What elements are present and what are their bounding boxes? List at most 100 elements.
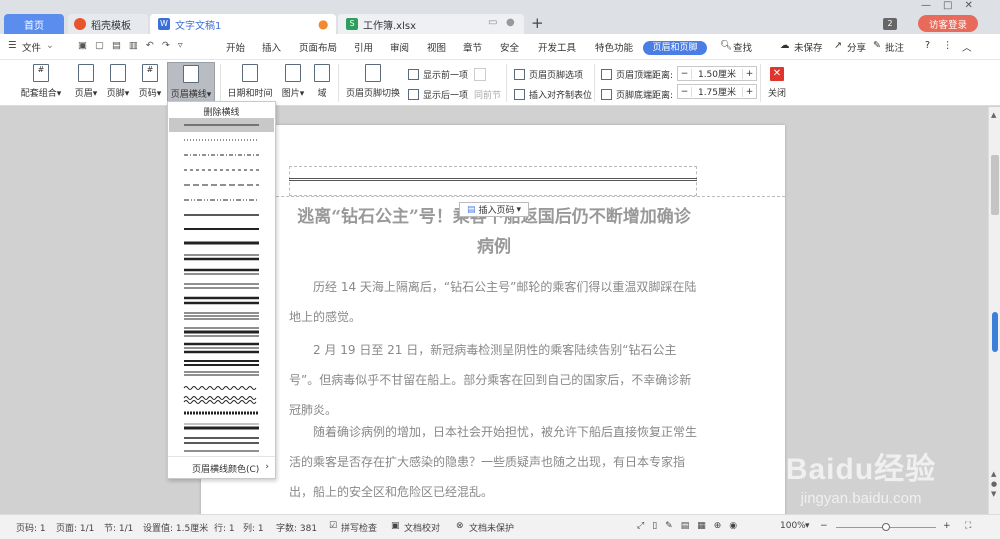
minimize-icon[interactable]: —: [921, 0, 943, 11]
status-page[interactable]: 页码: 1: [16, 521, 46, 534]
comment-icon[interactable]: ✎: [873, 40, 881, 51]
tab-home[interactable]: 首页: [4, 14, 64, 34]
zoom-slider-thumb[interactable]: [882, 523, 890, 531]
menu-view[interactable]: 视图: [427, 40, 446, 54]
more-icon[interactable]: ⋮: [943, 40, 953, 51]
menu-file[interactable]: 文件: [22, 40, 41, 54]
insert-align-tab-button[interactable]: 插入对齐制表位: [514, 88, 592, 101]
close-header-footer-button[interactable]: ✕ 关闭: [766, 64, 788, 99]
header-footer-options-button[interactable]: 页眉页脚选项: [514, 68, 583, 81]
menu-special[interactable]: 特色功能: [595, 40, 633, 54]
image-icon: [285, 64, 301, 82]
zoom-level[interactable]: 100%: [780, 521, 806, 531]
line-style-list[interactable]: [168, 102, 275, 456]
menu-chapter[interactable]: 章节: [463, 40, 482, 54]
view-mode-icons[interactable]: ⤢▯✎▤▦⊕◉: [637, 521, 745, 531]
menu-header-footer-active[interactable]: 页眉和页脚: [643, 41, 707, 55]
page-number-button[interactable]: # 页码▾: [136, 64, 164, 99]
proofread-icon[interactable]: ▣: [391, 521, 400, 531]
footer-bottom-value[interactable]: 1.75厘米: [692, 85, 742, 98]
cloud-icon[interactable]: ☁: [780, 40, 790, 51]
chevron-down-icon[interactable]: ▾: [805, 521, 810, 531]
insert-page-number-button[interactable]: ▤ 插入页码 ▾: [459, 202, 529, 217]
visitor-login-button[interactable]: 访客登录: [918, 15, 978, 32]
paragraph[interactable]: 2 月 19 日至 21 日，新冠病毒检测呈阴性的乘客陆续告别“钻石公主号”。但…: [289, 335, 699, 425]
close-window-icon[interactable]: ✕: [964, 0, 984, 11]
help-icon[interactable]: ?: [925, 40, 930, 51]
zoom-out-icon[interactable]: −: [820, 521, 828, 531]
menu-page-layout[interactable]: 页面布局: [299, 40, 337, 54]
increment-icon[interactable]: +: [742, 68, 756, 79]
window-controls[interactable]: —□✕: [921, 0, 985, 12]
header-line-color-option[interactable]: 页眉横线颜色(C) ›: [168, 456, 275, 476]
share-button[interactable]: 分享: [847, 40, 866, 54]
proofread-button[interactable]: 文档校对: [404, 521, 440, 534]
page-nav-arrows-icon[interactable]: ▲ ● ▼: [991, 469, 997, 499]
document-protect-status[interactable]: 文档未保护: [469, 521, 514, 534]
status-setting[interactable]: 设置值: 1.5厘米: [143, 521, 208, 534]
monitor-icon[interactable]: ▭: [488, 17, 497, 28]
comment-button[interactable]: 批注: [885, 40, 904, 54]
status-pages[interactable]: 页面: 1/1: [56, 521, 94, 534]
status-section[interactable]: 节: 1/1: [104, 521, 133, 534]
paragraph[interactable]: 随着确诊病例的增加，日本社会开始担忧，被允许下船后直接恢复正常生活的乘客是否存在…: [289, 417, 699, 507]
combo-set-button[interactable]: # 配套组合▾: [16, 64, 66, 99]
chevron-down-icon[interactable]: ⌄: [46, 40, 54, 51]
header-top-stepper[interactable]: − 1.50厘米 +: [677, 66, 757, 81]
menu-developer[interactable]: 开发工具: [538, 40, 576, 54]
spreadsheet-icon: S: [346, 18, 358, 30]
unsaved-status[interactable]: 未保存: [794, 40, 823, 54]
maximize-icon[interactable]: □: [943, 0, 964, 11]
decrement-icon[interactable]: −: [678, 86, 692, 97]
same-as-previous-button[interactable]: 同前节: [474, 88, 501, 101]
menu-review[interactable]: 审阅: [390, 40, 409, 54]
picture-button[interactable]: 图片▾: [280, 64, 306, 99]
menu-start[interactable]: 开始: [226, 40, 245, 54]
notification-count-badge[interactable]: 2: [883, 18, 897, 30]
date-time-button[interactable]: 日期和时间: [226, 64, 274, 99]
protect-icon[interactable]: ⊗: [456, 521, 464, 531]
show-next-button[interactable]: 显示后一项: [408, 88, 468, 101]
zoom-in-icon[interactable]: +: [943, 521, 951, 531]
tab-workbook[interactable]: S 工作簿.xlsx ▭ ●: [338, 14, 524, 34]
scroll-up-icon[interactable]: ▲: [991, 111, 996, 119]
tab-document[interactable]: W 文字文稿1 ●: [150, 14, 336, 34]
paragraph[interactable]: 历经 14 天海上隔离后，“钻石公主号”邮轮的乘客们得以重温双脚踩在陆地上的感觉…: [289, 272, 699, 332]
search-icon[interactable]: 🔍︎: [720, 40, 732, 51]
scrollbar-thumb[interactable]: [991, 155, 999, 215]
show-previous-button[interactable]: 显示前一项: [408, 68, 468, 81]
page-navigator-handle[interactable]: [992, 312, 998, 352]
header-area[interactable]: [289, 166, 697, 196]
header-button[interactable]: 页眉▾: [72, 64, 100, 99]
new-tab-plus-icon[interactable]: +: [531, 14, 544, 32]
header-line-icon: [183, 65, 199, 83]
collapse-ribbon-icon[interactable]: ︿: [962, 40, 972, 54]
quick-access-icons[interactable]: ▣▢▤▥↶↷▿: [78, 40, 191, 51]
tab-dot-icon[interactable]: ●: [506, 17, 515, 28]
decrement-icon[interactable]: −: [678, 68, 692, 79]
tab-daoke-templates[interactable]: 稻壳模板: [68, 14, 148, 34]
watermark-url: jingyan.baidu.com: [800, 490, 922, 507]
spell-check-button[interactable]: 拼写检查: [341, 521, 377, 534]
header-top-value[interactable]: 1.50厘米: [692, 67, 742, 80]
menu-references[interactable]: 引用: [354, 40, 373, 54]
fit-page-icon[interactable]: ⛶: [965, 521, 971, 531]
status-row[interactable]: 行: 1: [214, 521, 235, 534]
menu-security[interactable]: 安全: [500, 40, 519, 54]
word-count[interactable]: 字数: 381: [276, 521, 317, 534]
spell-check-icon[interactable]: ☑: [329, 521, 337, 531]
status-col[interactable]: 列: 1: [243, 521, 264, 534]
header-icon: [78, 64, 94, 82]
vertical-scrollbar[interactable]: ▲ ▲ ● ▼: [988, 107, 1000, 514]
menu-search[interactable]: 查找: [733, 40, 752, 54]
field-button[interactable]: 域: [312, 64, 332, 99]
footer-bottom-stepper[interactable]: − 1.75厘米 +: [677, 84, 757, 99]
increment-icon[interactable]: +: [742, 86, 756, 97]
footer-button[interactable]: 页脚▾: [104, 64, 132, 99]
share-icon[interactable]: ↗: [834, 40, 842, 51]
header-footer-switch-button[interactable]: 页眉页脚切换: [344, 64, 402, 99]
document-page[interactable]: 逃离“钻石公主”号！乘客下船返国后仍不断增加确诊病例 ▤ 插入页码 ▾ 历经 1…: [201, 125, 785, 514]
header-line-button[interactable]: 页眉横线▾: [167, 62, 215, 102]
hamburger-icon[interactable]: ☰: [8, 40, 17, 51]
menu-insert[interactable]: 插入: [262, 40, 281, 54]
